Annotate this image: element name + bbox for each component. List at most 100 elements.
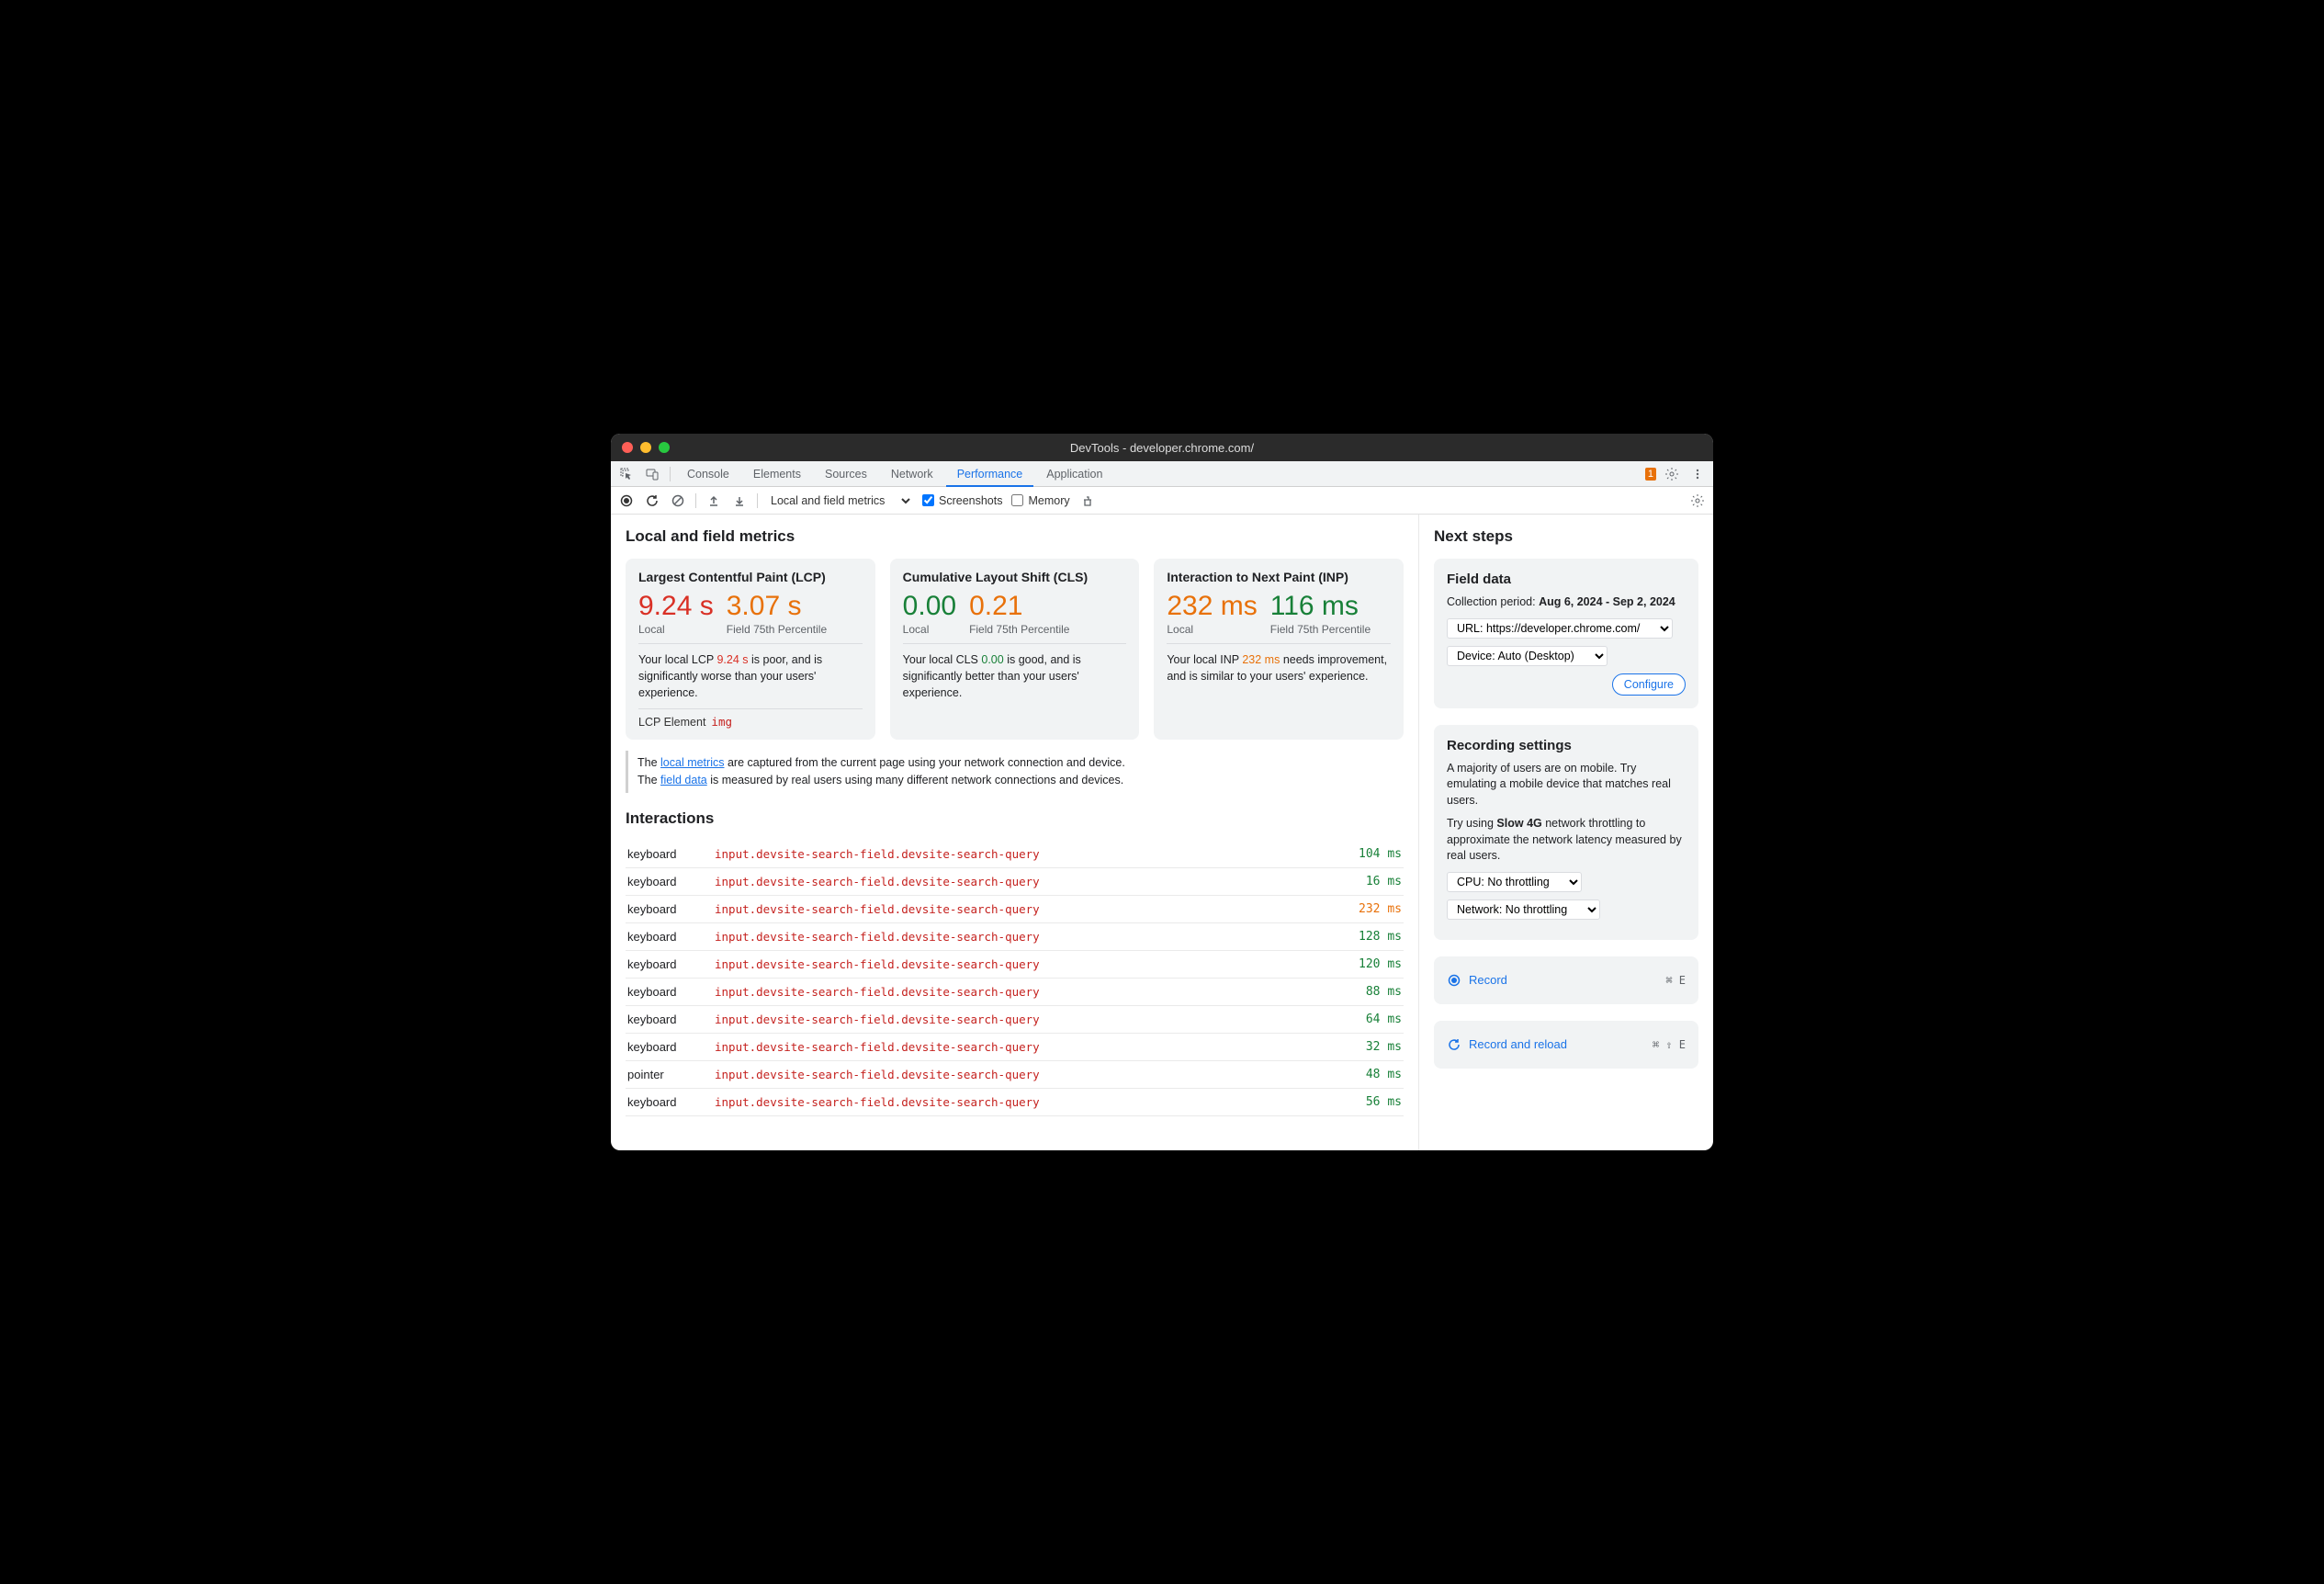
record-reload-shortcut: ⌘ ⇧ E: [1653, 1038, 1686, 1051]
card-title: Largest Contentful Paint (LCP): [638, 570, 863, 584]
tab-application[interactable]: Application: [1035, 461, 1113, 487]
traffic-lights: [622, 442, 670, 453]
local-value: 232 ms: [1167, 592, 1257, 621]
field-data-link[interactable]: field data: [660, 774, 707, 786]
interaction-type: keyboard: [626, 1033, 713, 1060]
main-area: Local and field metrics Largest Contentf…: [611, 515, 1713, 1150]
tab-console[interactable]: Console: [676, 461, 740, 487]
metric-card: Largest Contentful Paint (LCP) 9.24 s Lo…: [626, 559, 875, 740]
record-shortcut: ⌘ E: [1665, 974, 1686, 987]
interaction-row[interactable]: keyboard input.devsite-search-field.devs…: [626, 841, 1404, 868]
tab-elements[interactable]: Elements: [742, 461, 812, 487]
issues-count-icon: 1: [1645, 468, 1656, 481]
minimize-icon[interactable]: [640, 442, 651, 453]
interaction-selector: input.devsite-search-field.devsite-searc…: [713, 895, 1339, 922]
interaction-selector: input.devsite-search-field.devsite-searc…: [713, 867, 1339, 895]
interaction-selector: input.devsite-search-field.devsite-searc…: [713, 950, 1339, 978]
interaction-time: 232 ms: [1339, 895, 1404, 922]
interaction-type: keyboard: [626, 950, 713, 978]
card-description: Your local LCP 9.24 s is poor, and is si…: [638, 651, 863, 701]
issues-badge[interactable]: 1: [1645, 468, 1658, 481]
interaction-row[interactable]: keyboard input.devsite-search-field.devs…: [626, 1005, 1404, 1033]
local-value: 9.24 s: [638, 592, 714, 621]
interaction-time: 104 ms: [1339, 841, 1404, 868]
configure-button[interactable]: Configure: [1612, 673, 1686, 696]
network-throttle-select[interactable]: Network: No throttling: [1447, 899, 1600, 920]
interaction-selector: input.devsite-search-field.devsite-searc…: [713, 841, 1339, 868]
interaction-type: keyboard: [626, 1088, 713, 1115]
reload-icon[interactable]: [644, 492, 660, 509]
metrics-view-select[interactable]: Local and field metrics: [767, 493, 913, 508]
panel-settings-icon[interactable]: [1689, 492, 1706, 509]
settings-icon[interactable]: [1660, 462, 1684, 486]
record-reload-button[interactable]: Record and reload ⌘ ⇧ E: [1447, 1034, 1686, 1056]
titlebar: DevTools - developer.chrome.com/: [611, 434, 1713, 461]
metrics-info: The local metrics are captured from the …: [626, 751, 1404, 793]
field-data-panel: Field data Collection period: Aug 6, 202…: [1434, 559, 1698, 708]
interaction-selector: input.devsite-search-field.devsite-searc…: [713, 1033, 1339, 1060]
device-toggle-icon[interactable]: [640, 462, 664, 486]
local-metrics-link[interactable]: local metrics: [660, 756, 724, 769]
close-icon[interactable]: [622, 442, 633, 453]
next-steps-heading: Next steps: [1434, 527, 1698, 546]
interaction-row[interactable]: keyboard input.devsite-search-field.devs…: [626, 895, 1404, 922]
garbage-collect-icon[interactable]: [1079, 492, 1096, 509]
interaction-time: 120 ms: [1339, 950, 1404, 978]
cpu-throttle-select[interactable]: CPU: No throttling: [1447, 872, 1582, 892]
device-select[interactable]: Device: Auto (Desktop): [1447, 646, 1608, 666]
upload-icon[interactable]: [705, 492, 722, 509]
tab-sources[interactable]: Sources: [814, 461, 878, 487]
interaction-row[interactable]: keyboard input.devsite-search-field.devs…: [626, 867, 1404, 895]
interaction-type: keyboard: [626, 922, 713, 950]
interaction-time: 64 ms: [1339, 1005, 1404, 1033]
record-button[interactable]: Record ⌘ E: [1447, 969, 1686, 991]
download-icon[interactable]: [731, 492, 748, 509]
maximize-icon[interactable]: [659, 442, 670, 453]
local-value: 0.00: [903, 592, 956, 621]
memory-checkbox[interactable]: Memory: [1011, 494, 1069, 507]
interaction-row[interactable]: keyboard input.devsite-search-field.devs…: [626, 950, 1404, 978]
interaction-time: 56 ms: [1339, 1088, 1404, 1115]
interaction-row[interactable]: keyboard input.devsite-search-field.devs…: [626, 978, 1404, 1005]
interactions-table: keyboard input.devsite-search-field.devs…: [626, 841, 1404, 1116]
record-reload-panel: Record and reload ⌘ ⇧ E: [1434, 1021, 1698, 1069]
inspect-icon[interactable]: [615, 462, 638, 486]
field-data-title: Field data: [1447, 571, 1686, 587]
screenshots-checkbox[interactable]: Screenshots: [922, 494, 1002, 507]
card-description: Your local CLS 0.00 is good, and is sign…: [903, 651, 1127, 701]
right-panel: Next steps Field data Collection period:…: [1419, 515, 1713, 1150]
interaction-type: keyboard: [626, 841, 713, 868]
metric-cards: Largest Contentful Paint (LCP) 9.24 s Lo…: [626, 559, 1404, 740]
performance-toolbar: Local and field metrics Screenshots Memo…: [611, 487, 1713, 515]
interaction-selector: input.devsite-search-field.devsite-searc…: [713, 1060, 1339, 1088]
interaction-time: 128 ms: [1339, 922, 1404, 950]
record-panel: Record ⌘ E: [1434, 956, 1698, 1004]
interactions-heading: Interactions: [626, 809, 1404, 828]
metrics-heading: Local and field metrics: [626, 527, 1404, 546]
metric-card: Cumulative Layout Shift (CLS) 0.00 Local…: [890, 559, 1140, 740]
url-select[interactable]: URL: https://developer.chrome.com/: [1447, 618, 1673, 639]
interaction-row[interactable]: pointer input.devsite-search-field.devsi…: [626, 1060, 1404, 1088]
card-title: Cumulative Layout Shift (CLS): [903, 570, 1127, 584]
interaction-type: keyboard: [626, 978, 713, 1005]
tab-network[interactable]: Network: [880, 461, 944, 487]
interaction-row[interactable]: keyboard input.devsite-search-field.devs…: [626, 1088, 1404, 1115]
interaction-time: 16 ms: [1339, 867, 1404, 895]
window-title: DevTools - developer.chrome.com/: [611, 441, 1713, 455]
lcp-element-row[interactable]: LCP Elementimg: [638, 708, 863, 729]
interaction-time: 88 ms: [1339, 978, 1404, 1005]
devtools-window: DevTools - developer.chrome.com/ Console…: [611, 434, 1713, 1150]
recording-settings-title: Recording settings: [1447, 738, 1686, 753]
interaction-selector: input.devsite-search-field.devsite-searc…: [713, 922, 1339, 950]
interaction-row[interactable]: keyboard input.devsite-search-field.devs…: [626, 922, 1404, 950]
interaction-time: 48 ms: [1339, 1060, 1404, 1088]
clear-icon[interactable]: [670, 492, 686, 509]
more-icon[interactable]: [1686, 462, 1709, 486]
record-icon[interactable]: [618, 492, 635, 509]
interaction-selector: input.devsite-search-field.devsite-searc…: [713, 978, 1339, 1005]
tab-performance[interactable]: Performance: [946, 461, 1034, 487]
metric-card: Interaction to Next Paint (INP) 232 ms L…: [1154, 559, 1404, 740]
interaction-selector: input.devsite-search-field.devsite-searc…: [713, 1005, 1339, 1033]
interaction-type: keyboard: [626, 867, 713, 895]
interaction-row[interactable]: keyboard input.devsite-search-field.devs…: [626, 1033, 1404, 1060]
